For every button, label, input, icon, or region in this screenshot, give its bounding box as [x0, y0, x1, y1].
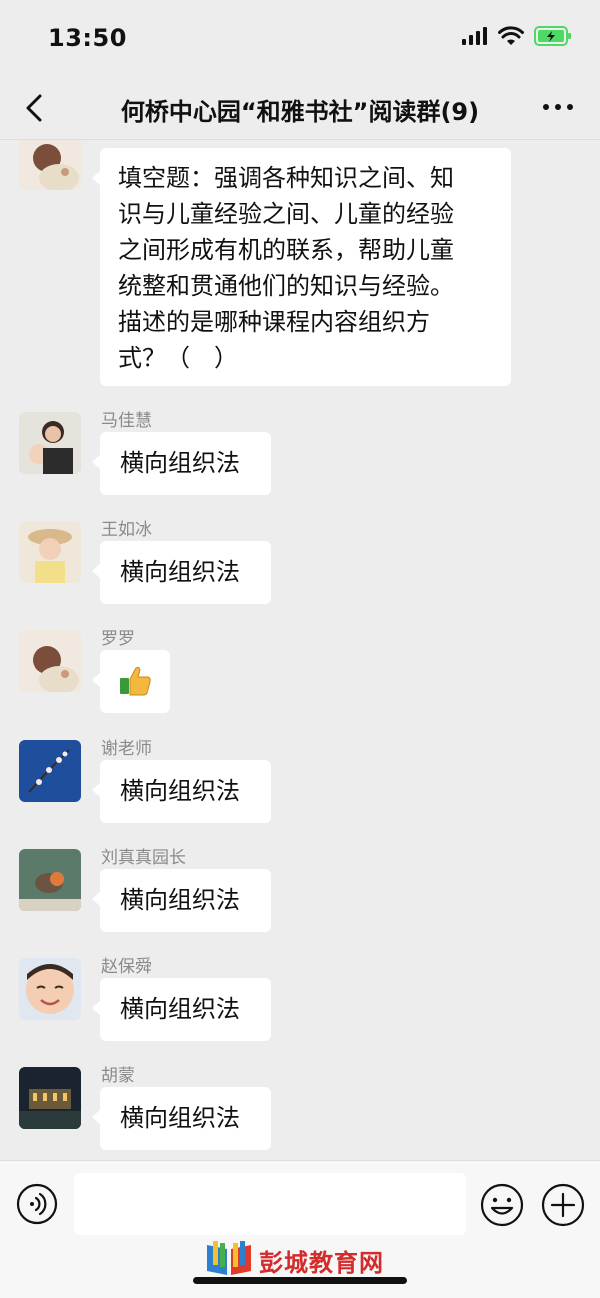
avatar-image: [19, 958, 81, 1020]
message-bubble: 填空题：强调各种知识之间、知 识与儿童经验之间、儿童的经验 之间形成有机的联系，…: [92, 148, 511, 386]
message-line: 统整和贯通他们的知识与经验。: [118, 272, 454, 300]
message-bubble: 横向组织法: [92, 760, 271, 823]
message-bubble: 横向组织法: [92, 869, 271, 932]
thumbs-up-icon: [120, 666, 151, 696]
avatar-image: [19, 521, 81, 583]
voice-icon[interactable]: [16, 1183, 58, 1225]
message-input[interactable]: [74, 1173, 466, 1235]
avatar[interactable]: [19, 740, 81, 802]
sender-name: 刘真真园长: [101, 848, 186, 868]
avatar[interactable]: [19, 958, 81, 1020]
avatar-image: [19, 630, 81, 692]
chat-area: 填空题：强调各种知识之间、知 识与儿童经验之间、儿童的经验 之间形成有机的联系，…: [0, 140, 600, 1160]
sender-name: 罗罗: [101, 629, 135, 649]
status-time: 13:50: [48, 24, 127, 52]
more-dots-icon[interactable]: [538, 92, 578, 122]
watermark-text: 彭城教育网: [259, 1248, 384, 1277]
home-indicator[interactable]: [193, 1277, 407, 1284]
avatar[interactable]: [19, 630, 81, 692]
avatar-image: [19, 849, 81, 911]
message-line: 之间形成有机的联系，帮助儿童: [118, 236, 454, 264]
avatar[interactable]: [19, 412, 81, 474]
sender-name: 赵保舜: [101, 957, 152, 977]
sender-name: 谢老师: [101, 739, 152, 759]
emoji-icon[interactable]: [480, 1183, 524, 1227]
signal-icon: [462, 27, 487, 45]
avatar-image: [19, 740, 81, 802]
sender-name: 王如冰: [101, 520, 152, 540]
message-bubble: 横向组织法: [92, 432, 271, 495]
message-bubble: [92, 650, 170, 713]
message-line: 填空题：强调各种知识之间、知: [118, 164, 454, 192]
avatar-image: [19, 1067, 81, 1129]
message-line: 识与儿童经验之间、儿童的经验: [118, 200, 454, 228]
avatar[interactable]: [19, 521, 81, 583]
sender-name: 马佳慧: [101, 411, 152, 431]
message-line: 式？（ ）: [118, 344, 238, 372]
watermark: 彭城教育网: [203, 1241, 384, 1279]
message-bubble: 横向组织法: [92, 1087, 271, 1150]
message-bubble: 横向组织法: [92, 541, 271, 604]
avatar[interactable]: [19, 140, 81, 190]
avatar[interactable]: [19, 1067, 81, 1129]
avatar-image: [19, 140, 81, 190]
nav-bar: 何桥中心园“和雅书社”阅读群(9): [0, 78, 600, 140]
wifi-icon: [498, 26, 524, 45]
message-line: 描述的是哪种课程内容组织方: [118, 308, 430, 336]
battery-icon: [534, 26, 571, 46]
message-bubble: 横向组织法: [92, 978, 271, 1041]
avatar-image: [19, 412, 81, 474]
input-bar: 彭城教育网: [0, 1160, 600, 1298]
plus-icon[interactable]: [541, 1183, 585, 1227]
status-icons: [462, 26, 572, 46]
book-logo-icon: [207, 1241, 251, 1275]
chat-title: 何桥中心园“和雅书社”阅读群(9): [120, 98, 480, 126]
sender-name: 胡蒙: [101, 1066, 135, 1086]
status-bar: 13:50: [0, 0, 600, 78]
avatar[interactable]: [19, 849, 81, 911]
